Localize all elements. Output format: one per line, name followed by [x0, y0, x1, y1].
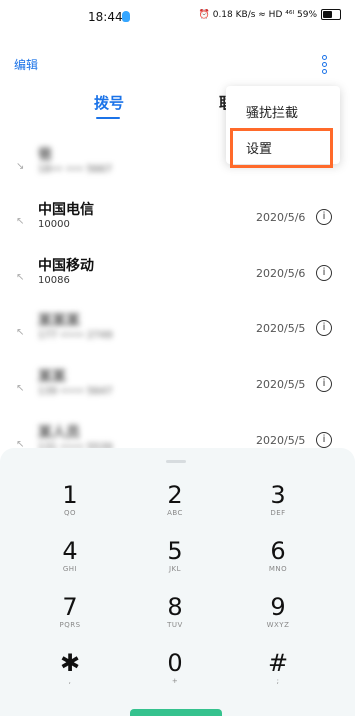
- call-direction-icon: ↖: [16, 383, 25, 394]
- key-letters: JKL: [168, 565, 182, 573]
- info-icon[interactable]: i: [316, 320, 332, 336]
- key-letters: ;: [276, 677, 280, 685]
- caller-name: 中国移动: [38, 258, 94, 274]
- call-direction-icon: ↖: [16, 272, 25, 283]
- info-icon[interactable]: i: [316, 432, 332, 448]
- info-icon[interactable]: i: [316, 265, 332, 281]
- caller-number: 177 •••• 2749: [38, 330, 113, 341]
- status-bar: 18:44 ⏰ 0.18 KB/s ≈ HD ⁴⁶ᴵ 59%: [0, 0, 355, 34]
- key-digit: 5: [167, 537, 183, 565]
- status-icons: ⏰ 0.18 KB/s ≈ HD ⁴⁶ᴵ 59%: [199, 9, 341, 20]
- call-date: 2020/5/5: [256, 434, 306, 447]
- more-options-icon[interactable]: [322, 55, 328, 74]
- dialpad-key[interactable]: 5 JKL: [135, 538, 215, 584]
- key-letters: ABC: [167, 509, 183, 517]
- call-direction-icon: ↖: [16, 216, 25, 227]
- caller-number: 10000: [38, 219, 70, 230]
- menu-item-spam-block[interactable]: 骚扰拦截: [246, 102, 298, 121]
- caller-number: 18•• ••• 5667: [38, 164, 113, 175]
- status-time: 18:44: [88, 10, 123, 24]
- caller-name: 某某: [38, 369, 66, 385]
- key-letters: QO: [63, 509, 77, 517]
- call-log-row[interactable]: ↖ 某某某 177 •••• 2749 2020/5/5 i: [0, 300, 355, 356]
- key-letters: WXYZ: [266, 621, 290, 629]
- dialpad-key[interactable]: 3 DEF: [238, 482, 318, 528]
- call-date: 2020/5/5: [256, 322, 306, 335]
- call-direction-icon: ↘: [16, 161, 25, 172]
- info-icon[interactable]: i: [316, 376, 332, 392]
- info-icon[interactable]: i: [316, 209, 332, 225]
- key-letters: DEF: [270, 509, 286, 517]
- call-button-edge[interactable]: [130, 709, 222, 716]
- dialpad-key[interactable]: 4 GHI: [30, 538, 110, 584]
- call-date: 2020/5/5: [256, 378, 306, 391]
- tab-indicator: [96, 117, 120, 119]
- dialpad-key[interactable]: 7 PQRS: [30, 594, 110, 640]
- call-direction-icon: ↖: [16, 327, 25, 338]
- key-digit: #: [267, 649, 289, 677]
- caller-name: 某某某: [38, 313, 80, 329]
- edit-button[interactable]: 编辑: [14, 56, 38, 73]
- call-date: 2020/5/6: [256, 211, 306, 224]
- dialpad-key[interactable]: #;: [238, 650, 318, 696]
- dialpad-key[interactable]: 0 +: [135, 650, 215, 696]
- key-digit: 3: [270, 481, 286, 509]
- call-log-row[interactable]: ↖ 某某 139 •••• 5647 2020/5/5 i: [0, 356, 355, 412]
- dialpad-key[interactable]: ✱,: [30, 650, 110, 696]
- dialpad-key[interactable]: 9 WXYZ: [238, 594, 318, 640]
- key-digit: 0: [167, 649, 183, 677]
- dialpad-key[interactable]: 6 MNO: [238, 538, 318, 584]
- caller-name: 某人员: [38, 425, 80, 441]
- dialpad-key[interactable]: 1 QO: [30, 482, 110, 528]
- dialpad: 1 QO 2 ABC 3 DEF 4 GHI 5 JKL 6 MNO 7 PQRS 8 TUV 9 WXYZ ✱, 0…: [0, 448, 355, 716]
- status-right-text: ⏰ 0.18 KB/s ≈ HD ⁴⁶ᴵ 59%: [198, 9, 317, 20]
- key-letters: GHI: [62, 565, 78, 573]
- key-digit: ✱: [59, 649, 81, 677]
- battery-icon: [321, 9, 341, 20]
- call-log-row[interactable]: ↖ 中国移动 10086 2020/5/6 i: [0, 245, 355, 301]
- key-digit: 7: [62, 593, 78, 621]
- call-date: 2020/5/6: [256, 267, 306, 280]
- key-letters: PQRS: [59, 621, 81, 629]
- key-digit: 4: [62, 537, 78, 565]
- dialpad-key[interactable]: 2 ABC: [135, 482, 215, 528]
- qq-icon: [122, 11, 130, 22]
- tab-dial[interactable]: 拨号: [94, 92, 124, 113]
- key-letters: MNO: [268, 565, 288, 573]
- caller-name: 中国电信: [38, 202, 94, 218]
- call-log-row[interactable]: ↖ 中国电信 10000 2020/5/6 i: [0, 189, 355, 245]
- dialpad-key[interactable]: 8 TUV: [135, 594, 215, 640]
- caller-number: 139 •••• 5647: [38, 386, 113, 397]
- highlight-box: [230, 128, 333, 168]
- key-digit: 8: [167, 593, 183, 621]
- caller-number: 10086: [38, 275, 70, 286]
- key-letters: +: [171, 677, 179, 685]
- key-digit: 6: [270, 537, 286, 565]
- drag-handle[interactable]: [166, 460, 186, 463]
- key-digit: 2: [167, 481, 183, 509]
- key-digit: 9: [270, 593, 286, 621]
- key-letters: ,: [68, 677, 72, 685]
- caller-name: 爸: [38, 147, 52, 163]
- key-digit: 1: [62, 481, 78, 509]
- key-letters: TUV: [167, 621, 183, 629]
